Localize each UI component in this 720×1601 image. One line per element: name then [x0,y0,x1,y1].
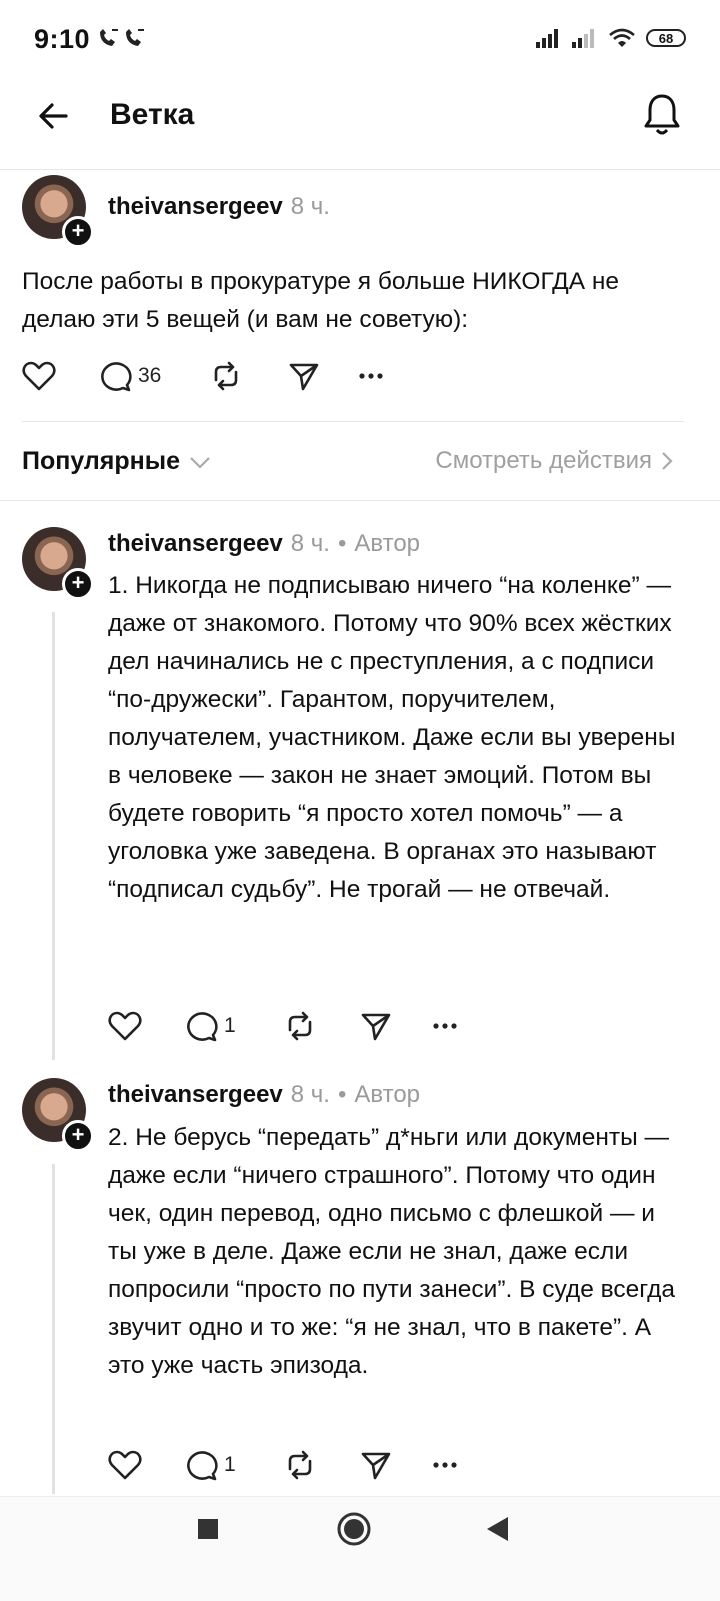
post-actions: 36 [22,360,402,392]
reply-time: 8 ч. [290,1081,330,1108]
follow-button[interactable]: + [62,568,94,600]
home-circle-icon [337,1512,371,1546]
author-badge: Автор [354,1081,421,1108]
reply-username[interactable]: theivansergeev [108,530,283,558]
wifi-icon [609,28,635,47]
repost-button[interactable] [284,1449,360,1481]
comment-icon [187,1012,218,1042]
more-icon [359,373,383,379]
triangle-back-icon [487,1517,508,1541]
repost-icon [214,361,238,391]
arrow-left-icon [39,103,68,129]
like-button[interactable] [108,1010,186,1042]
reply-actions: 1 [108,1010,488,1042]
reply-actions: 1 [108,1449,488,1481]
home-button[interactable] [336,1511,372,1552]
sortbar-divider [0,500,720,501]
share-button[interactable] [360,1449,432,1481]
follow-button[interactable]: + [62,1120,94,1152]
reply-button[interactable]: 1 [186,1449,284,1481]
view-activity-link[interactable]: Смотреть действия [435,447,674,475]
reply-header: theivansergeev 8 ч. • Автор [108,1081,420,1109]
post-text: После работы в прокуратуре я больше НИКО… [22,268,619,333]
sort-label: Популярные [22,447,181,475]
battery-indicator: 68 [646,29,686,47]
more-icon [433,1023,457,1029]
reply-header: theivansergeev 8 ч. • Автор [108,530,420,558]
more-button[interactable] [432,1021,462,1031]
more-icon [433,1462,457,1468]
repost-icon [288,1011,312,1041]
repost-button[interactable] [284,1010,360,1042]
call-status-icons [96,28,152,57]
notification-bell-button[interactable] [642,92,682,143]
square-icon [198,1519,218,1539]
post-divider [22,421,684,422]
signal-2-icon [572,29,594,48]
sort-dropdown[interactable]: Популярные [22,447,212,476]
thread-line [52,1164,55,1494]
meta-separator: • [337,530,347,557]
comment-icon [101,362,132,392]
header-divider [0,169,720,170]
activity-label: Смотреть действия [435,447,652,474]
send-icon [361,1452,391,1480]
share-button[interactable] [360,1010,432,1042]
comment-icon [187,1451,218,1481]
repost-button[interactable] [210,360,288,392]
reply-text: 2. Не берусь “передать” д*ньги или докум… [108,1124,676,1379]
reply-time: 8 ч. [290,530,330,557]
post-time: 8 ч. [290,193,330,220]
reply-text: 1. Никогда не подписываю ничего “на коле… [108,572,676,903]
recent-apps-button[interactable] [196,1517,220,1546]
repost-icon [288,1450,312,1480]
like-button[interactable] [108,1449,186,1481]
heart-icon [22,361,56,391]
heart-icon [108,1450,142,1480]
author-badge: Автор [354,530,421,557]
reply-count: 1 [224,1014,236,1037]
chevron-right-icon [662,452,673,470]
reply-count: 1 [224,1453,236,1476]
follow-button[interactable]: + [62,216,94,248]
reply-count: 36 [138,364,162,387]
signal-icon [536,29,558,48]
bell-icon [644,94,680,135]
reply-button[interactable]: 36 [100,360,210,392]
status-right: 68 [536,28,686,48]
reply-button[interactable]: 1 [186,1010,284,1042]
back-nav-button[interactable] [484,1515,510,1548]
heart-icon [108,1011,142,1041]
post-header: theivansergeev 8 ч. [108,193,330,221]
more-button[interactable] [432,1460,462,1470]
system-navigation-bar [0,1496,720,1601]
status-time: 9:10 [34,24,91,54]
chevron-down-icon [190,456,210,469]
page-title: Ветка [110,98,195,131]
send-icon [361,1013,391,1041]
post-username[interactable]: theivansergeev [108,193,283,221]
reply-username[interactable]: theivansergeev [108,1081,283,1109]
share-button[interactable] [288,360,358,392]
thread-line [52,612,55,1060]
like-button[interactable] [22,360,100,392]
send-icon [289,363,319,391]
more-button[interactable] [358,371,388,381]
meta-separator: • [337,1081,347,1108]
back-button[interactable] [36,98,72,139]
